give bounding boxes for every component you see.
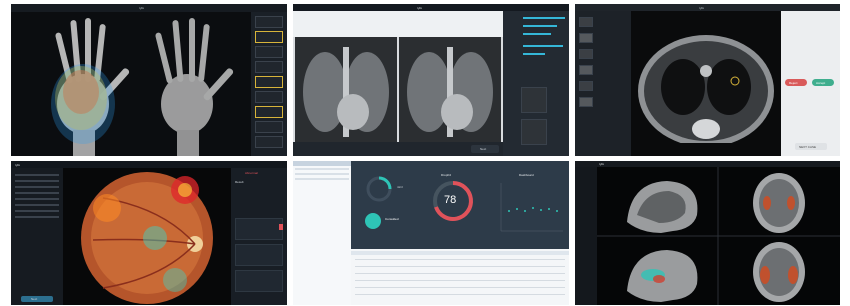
ct-reject-button[interactable]: Reject: [785, 79, 807, 86]
hand-thumb-4[interactable]: [255, 61, 283, 73]
hand-thumb-5[interactable]: [255, 76, 283, 88]
ct-series-thumb-3[interactable]: [579, 49, 593, 59]
dashboard-consulted-label: Consulted: [385, 217, 399, 221]
hand-thumb-8[interactable]: [255, 121, 283, 133]
dashboard-table-line-1: [355, 259, 565, 260]
dashboard-table-line-2: [355, 266, 565, 267]
ct-series-list: [575, 11, 631, 156]
hand-xray-panel: ryfo: [11, 4, 287, 156]
dashboard-consult-icon: [365, 213, 381, 229]
retina-next-button[interactable]: Next: [21, 296, 53, 302]
chest-thumb-2[interactable]: [521, 119, 547, 145]
mri-brand: ryfo: [599, 162, 605, 166]
chest-xray-panel: ryfo Next: [293, 4, 569, 156]
hand-topbar: [11, 4, 287, 12]
ct-next-case-button[interactable]: NEXT CASE: [795, 143, 827, 150]
dashboard-table-line-4: [355, 280, 565, 281]
ct-app-title: ryfo: [699, 6, 705, 10]
dashboard-table-line-5: [355, 287, 565, 288]
chest-prob-bar-1: [523, 17, 565, 19]
dashboard-table-row-1[interactable]: [295, 168, 349, 170]
dashboard-table-sidebar: [293, 161, 351, 305]
retina-list-row-4[interactable]: [15, 192, 59, 194]
dashboard-panel: ntrnl Consulted Dropfrd 78 Dashboard: [293, 161, 569, 305]
hand-thumb-9[interactable]: [255, 136, 283, 148]
ct-series-thumb-4[interactable]: [579, 65, 593, 75]
retina-list-row-7[interactable]: [15, 210, 59, 212]
retina-list-row-3[interactable]: [15, 186, 59, 188]
retina-panel: ryfo Next Abnormal Result: [11, 161, 287, 305]
dashboard-table-header: [293, 161, 351, 166]
retina-list-row-8[interactable]: [15, 216, 59, 218]
chest-prob-bar-3: [523, 33, 551, 35]
ct-topbar: [575, 4, 840, 11]
dashboard-trend-chart: [500, 183, 563, 232]
hand-thumb-3[interactable]: [255, 46, 283, 58]
ct-series-thumb-2[interactable]: [579, 33, 593, 43]
ct-series-thumb-1[interactable]: [579, 17, 593, 27]
retina-fundus-image[interactable]: [63, 168, 231, 305]
ct-series-thumb-6[interactable]: [579, 97, 593, 107]
chest-thumb-1[interactable]: [521, 87, 547, 113]
dashboard-table-row-2[interactable]: [295, 173, 349, 175]
dashboard-data-table: [351, 249, 569, 305]
chest-prob-bar-5: [523, 53, 545, 55]
retina-result-label: Result: [235, 180, 244, 184]
ct-lung-panel: ryfo Reject Accept NEXT CASE: [575, 4, 840, 156]
dashboard-mini-gauge: [366, 176, 392, 202]
hand-thumb-1[interactable]: [255, 16, 283, 28]
retina-finding-card-3[interactable]: [235, 270, 283, 292]
chest-topbar: [293, 4, 569, 11]
retina-topbar: [11, 161, 287, 168]
hand-thumb-6[interactable]: [255, 91, 283, 103]
chest-brand: ryfo: [417, 6, 423, 10]
retina-brand: ryfo: [15, 163, 21, 167]
mri-panel: ryfo: [575, 161, 840, 305]
dashboard-hero: ntrnl Consulted Dropfrd 78 Dashboard: [351, 161, 569, 249]
hand-app-title: ryfo: [139, 6, 145, 10]
retina-abnormal-badge: Abnormal: [245, 171, 258, 175]
retina-list-row-6[interactable]: [15, 204, 59, 206]
ct-accept-button[interactable]: Accept: [812, 79, 834, 86]
retina-flag-icon: [279, 224, 283, 230]
dashboard-left-stat-label: ntrnl: [397, 185, 403, 189]
chest-info-strip: [293, 11, 503, 37]
ct-series-thumb-5[interactable]: [579, 81, 593, 91]
hand-thumb-2[interactable]: [255, 31, 283, 43]
dashboard-table-line-6: [355, 294, 565, 295]
dashboard-table-line-3: [355, 273, 565, 274]
retina-patient-list: Next: [11, 168, 63, 305]
mri-viewports[interactable]: [597, 167, 840, 305]
ct-scan-image[interactable]: [631, 11, 781, 156]
dashboard-table-row-3[interactable]: [295, 178, 349, 180]
mri-tool-sidebar: [575, 167, 597, 305]
retina-list-row-1[interactable]: [15, 174, 59, 176]
chest-prob-bar-2: [523, 25, 557, 27]
hand-xray-image[interactable]: [11, 12, 251, 156]
hand-thumbnail-rail: [251, 12, 287, 156]
retina-finding-card-2[interactable]: [235, 244, 283, 266]
retina-list-row-2[interactable]: [15, 180, 59, 182]
dashboard-gauge-title: Dropfrd: [441, 173, 452, 177]
retina-list-row-5[interactable]: [15, 198, 59, 200]
chest-prob-bar-4: [523, 45, 563, 47]
dashboard-score-value: 78: [444, 194, 457, 206]
chest-xray-images[interactable]: [293, 37, 503, 142]
hand-thumb-7[interactable]: [255, 106, 283, 118]
dashboard-table-header-row: [351, 251, 569, 255]
retina-finding-card-1[interactable]: [235, 218, 283, 240]
chest-next-button[interactable]: Next: [471, 145, 499, 153]
screenshot-collage: ryfo ryfo Next ryfo Reject Accept NEXT C…: [0, 0, 850, 306]
dashboard-right-title: Dashboard: [519, 173, 534, 177]
retina-findings-panel: Abnormal Result: [231, 168, 287, 305]
ct-decision-panel: Reject Accept NEXT CASE: [781, 11, 840, 156]
chest-sidebar: [503, 11, 569, 156]
